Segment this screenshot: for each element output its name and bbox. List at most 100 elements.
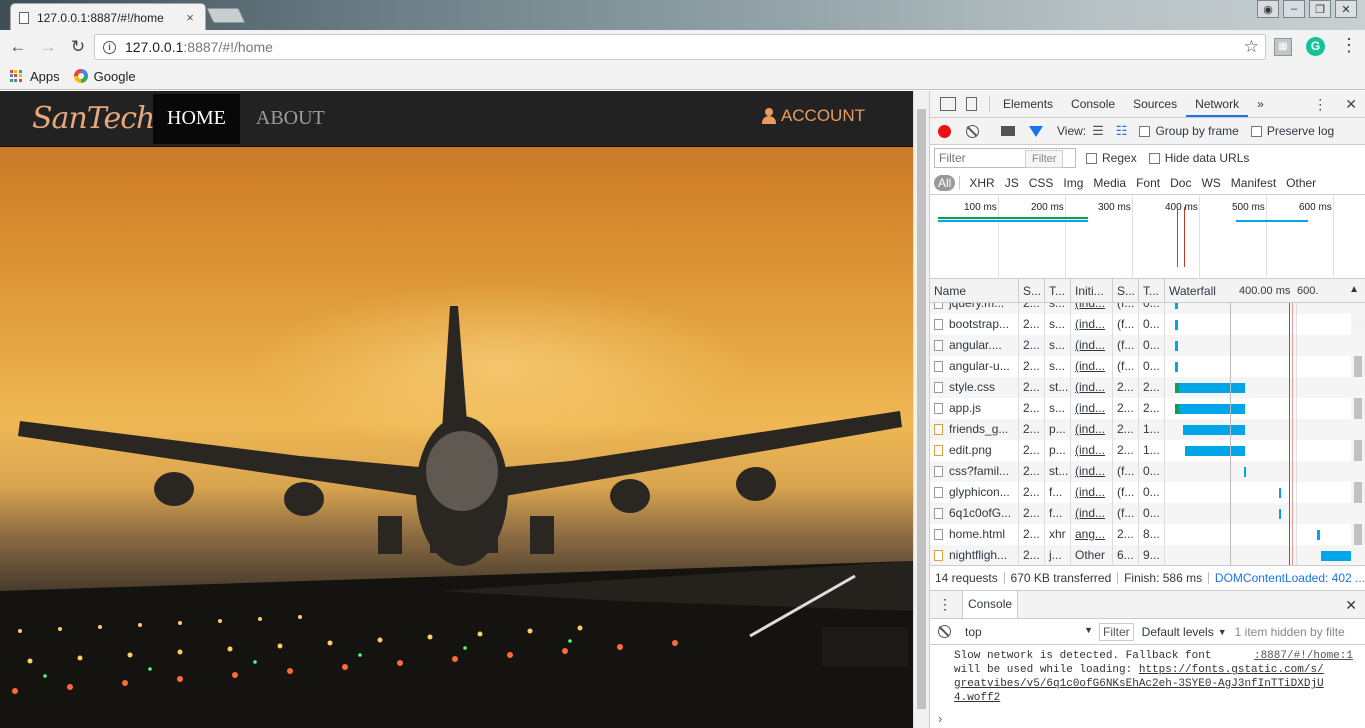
devtools-close-icon[interactable]: ✕ — [1345, 96, 1357, 113]
address-bar[interactable]: i 127.0.0.1:8887/#!/home ☆ — [94, 34, 1266, 60]
minimize-icon[interactable]: – — [1283, 0, 1305, 18]
bookmark-apps[interactable]: Apps — [30, 69, 60, 84]
request-initiator-cell[interactable]: (ind... — [1071, 440, 1113, 461]
new-tab-button[interactable] — [206, 8, 246, 23]
request-initiator-cell[interactable]: (ind... — [1071, 419, 1113, 440]
request-row[interactable]: nightfligh... 2... j... Other 6... 9... — [930, 545, 1365, 565]
request-row[interactable]: 6q1c0ofG... 2... f... (ind... (f... 0... — [930, 503, 1365, 524]
type-filter-css[interactable]: CSS — [1024, 176, 1059, 190]
profile-icon[interactable]: ◉ — [1257, 0, 1279, 18]
info-icon[interactable]: i — [103, 40, 116, 54]
page-scrollbar[interactable] — [913, 91, 929, 728]
message-font-link-cont[interactable]: greatvibes/v5/6q1c0ofG6NKsEhAc2eh-3SYE0-… — [954, 677, 1365, 691]
close-window-icon[interactable]: ✕ — [1335, 0, 1357, 18]
type-filter-font[interactable]: Font — [1131, 176, 1165, 190]
preserve-log-checkbox[interactable] — [1250, 125, 1262, 137]
request-row[interactable]: angular-u... 2... s... (ind... (f... 0... — [930, 356, 1365, 377]
type-filter-other[interactable]: Other — [1281, 176, 1321, 190]
request-initiator-cell[interactable]: (ind... — [1071, 335, 1113, 356]
request-initiator-cell[interactable]: (ind... — [1071, 461, 1113, 482]
request-initiator-cell[interactable]: (ind... — [1071, 377, 1113, 398]
col-type[interactable]: T... — [1045, 279, 1071, 302]
type-filter-ws[interactable]: WS — [1196, 176, 1225, 190]
vertical-dots-icon[interactable]: ⋮ — [1340, 36, 1358, 54]
request-initiator-cell[interactable]: (ind... — [1071, 303, 1113, 314]
request-initiator-cell[interactable]: (ind... — [1071, 356, 1113, 377]
record-icon[interactable] — [938, 124, 951, 138]
col-status[interactable]: S... — [1019, 279, 1045, 302]
arrow-left-icon[interactable]: ← — [3, 37, 33, 57]
type-filter-js[interactable]: JS — [1000, 176, 1024, 190]
col-waterfall[interactable]: Waterfall — [1165, 279, 1235, 302]
request-row[interactable]: edit.png 2... p... (ind... 2... 1... — [930, 440, 1365, 461]
request-initiator-cell[interactable]: (ind... — [1071, 314, 1113, 335]
grammarly-icon[interactable]: G — [1306, 37, 1325, 56]
arrow-right-icon[interactable]: → — [33, 37, 63, 57]
tab-elements[interactable]: Elements — [994, 91, 1062, 117]
tab-console[interactable]: Console — [1062, 91, 1124, 117]
request-row[interactable]: glyphicon... 2... f... (ind... (f... 0... — [930, 482, 1365, 503]
type-filter-doc[interactable]: Doc — [1165, 176, 1196, 190]
account-link[interactable]: ACCOUNT — [761, 106, 865, 126]
request-initiator-cell[interactable]: ang... — [1071, 524, 1113, 545]
request-initiator-cell[interactable]: Other — [1071, 545, 1113, 565]
type-filter-media[interactable]: Media — [1088, 176, 1131, 190]
request-initiator-cell[interactable]: (ind... — [1071, 398, 1113, 419]
col-size[interactable]: S... — [1113, 279, 1139, 302]
message-font-link-end[interactable]: 4.woff2 — [954, 691, 1365, 705]
tab-sources[interactable]: Sources — [1124, 91, 1186, 117]
drawer-close-icon[interactable]: ✕ — [1345, 597, 1357, 614]
hide-data-urls-checkbox[interactable] — [1148, 152, 1160, 164]
group-by-frame-checkbox[interactable] — [1139, 125, 1151, 137]
tab-network[interactable]: Network — [1186, 91, 1249, 117]
message-font-link-start[interactable]: https://fonts.gstatic.com/s/ — [1139, 664, 1324, 676]
request-row[interactable]: style.css 2... st... (ind... 2... 2... — [930, 377, 1365, 398]
request-row[interactable]: app.js 2... s... (ind... 2... 2... — [930, 398, 1365, 419]
regex-checkbox[interactable] — [1086, 152, 1097, 164]
clear-icon[interactable] — [966, 124, 979, 138]
browser-tab[interactable]: 127.0.0.1:8887/#!/home × — [10, 3, 206, 31]
drawer-tab-console[interactable]: Console — [962, 591, 1019, 618]
context-selector[interactable]: top ▼ — [965, 625, 1099, 639]
reload-icon[interactable]: ↻ — [63, 37, 93, 57]
request-row[interactable]: friends_g... 2... p... (ind... 2... 1... — [930, 419, 1365, 440]
type-filter-xhr[interactable]: XHR — [964, 176, 999, 190]
sort-up-icon[interactable]: ▲ — [1349, 284, 1359, 295]
type-filter-all[interactable]: All — [934, 174, 956, 191]
inspect-element-icon[interactable] — [940, 97, 956, 111]
device-toolbar-icon[interactable] — [966, 97, 977, 111]
extension-icon[interactable]: ▦ — [1274, 38, 1292, 56]
request-row[interactable]: jquery.m... 2... s... (ind... (f... 0... — [930, 303, 1365, 314]
tab-close-icon[interactable]: × — [183, 10, 197, 25]
nav-home[interactable]: HOME — [153, 93, 240, 144]
request-row[interactable]: home.html 2... xhr ang... 2... 8... — [930, 524, 1365, 545]
site-brand[interactable]: SanTech — [32, 101, 155, 136]
drawer-menu-icon[interactable]: ⋮ — [938, 596, 952, 613]
console-filter-input[interactable]: Filter — [1099, 622, 1134, 641]
console-clear-icon[interactable] — [938, 625, 951, 638]
page-scroll-thumb[interactable] — [917, 109, 926, 709]
request-row[interactable]: bootstrap... 2... s... (ind... (f... 0... — [930, 314, 1365, 335]
request-initiator-cell[interactable]: (ind... — [1071, 503, 1113, 524]
star-icon[interactable]: ☆ — [1244, 37, 1259, 57]
type-filter-manifest[interactable]: Manifest — [1226, 176, 1281, 190]
type-filter-img[interactable]: Img — [1058, 176, 1088, 190]
request-row[interactable]: angular.... 2... s... (ind... (f... 0... — [930, 335, 1365, 356]
large-rows-icon[interactable]: ☰ — [1092, 123, 1104, 139]
col-initiator[interactable]: Initi... — [1071, 279, 1113, 302]
col-time[interactable]: T... — [1139, 279, 1165, 302]
message-source-link[interactable]: :8887/#!/home:1 — [1254, 649, 1353, 663]
bookmark-google[interactable]: Google — [94, 69, 136, 84]
log-levels-select[interactable]: Default levels — [1142, 625, 1214, 639]
nav-about[interactable]: ABOUT — [240, 94, 341, 144]
request-row[interactable]: css?famil... 2... st... (ind... (f... 0... — [930, 461, 1365, 482]
console-prompt[interactable]: › — [930, 711, 1365, 726]
filter-icon[interactable] — [1029, 125, 1043, 137]
waterfall-view-icon[interactable]: ☷ — [1116, 123, 1128, 139]
more-tabs-icon[interactable]: » — [1248, 91, 1273, 117]
screenshot-camera-icon[interactable] — [1001, 126, 1015, 136]
devtools-menu-icon[interactable]: ⋮ — [1313, 96, 1327, 113]
request-initiator-cell[interactable]: (ind... — [1071, 482, 1113, 503]
col-name[interactable]: Name — [930, 279, 1019, 302]
maximize-icon[interactable]: ❐ — [1309, 0, 1331, 18]
